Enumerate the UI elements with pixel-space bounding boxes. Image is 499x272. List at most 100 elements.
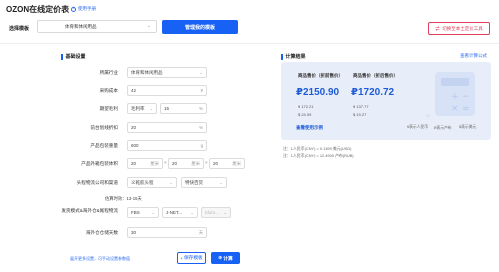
basic-settings-heading: 基础设置 (61, 53, 86, 60)
calculate-label: 计算 (223, 256, 233, 262)
last-mile-select[interactable]: Idom... ⌄ (201, 207, 231, 218)
switch-tool-button[interactable]: 切换至本土定价工具 (428, 22, 490, 35)
category-select[interactable]: 体育和休闲用品 ⌄ (127, 67, 207, 78)
template-select-value: 体育和休闲用品 (65, 24, 97, 29)
logistics-company-value: 义乾航头程 (131, 180, 154, 185)
box-height-value: 20 (213, 161, 219, 166)
help-icon: ? (71, 6, 76, 12)
svg-text:=: = (462, 104, 470, 114)
delivery-time-hint: 估算时效：13-15天 (105, 196, 142, 201)
chevron-down-icon: ⌄ (146, 23, 151, 29)
formula-link[interactable]: 查看计算公式 (460, 53, 487, 59)
legend-usd: $表示美元 (459, 125, 477, 129)
chevron-down-icon: ⌄ (223, 210, 227, 215)
box-width-input[interactable]: 20 厘米 (168, 158, 204, 169)
result-title: 计算结果 (285, 54, 306, 60)
profit-type-select[interactable]: 毛利率 ⌄ (127, 103, 157, 114)
result-card: + − × = ÷ 商品售价（折前售价） 商品售价（折后售价） ₽2150.90… (281, 62, 491, 140)
cm-unit: 厘米 (150, 161, 159, 166)
pre-discount-price: ₽2150.90 (296, 87, 340, 98)
discount-value: 20 (131, 125, 137, 130)
save-template-label: 保存模板 (183, 255, 203, 260)
shipping-mode-label: 发货模式&海外仓&尾程物流 (61, 208, 118, 213)
chevron-down-icon: ⌄ (190, 210, 194, 215)
weight-unit: g (200, 143, 203, 148)
more-settings-link[interactable]: 展开更多设置，可手动设置参数值 (70, 256, 130, 262)
view-example-link[interactable]: 查看使用示例 (296, 125, 323, 131)
legend-cny: ¥表示人民币 (407, 125, 429, 129)
chevron-down-icon: ⌄ (169, 180, 173, 185)
logistics-label: 头程物流公司和渠道 (76, 180, 118, 185)
shipping-mode-select[interactable]: FBS ⌄ (127, 207, 159, 218)
header-divider (0, 43, 499, 44)
section-marker (281, 53, 283, 60)
overseas-warehouse-value: J-NET... (166, 210, 183, 215)
chevron-down-icon: ⌄ (151, 210, 155, 215)
times-sign: × (164, 160, 167, 165)
exchange-rate-note-usd: 注：1人民币(CNY) = 0.1399 美元(USD) (283, 146, 352, 151)
profit-input[interactable]: 15 % (160, 103, 207, 114)
expected-profit-label: 期望毛利 (99, 106, 118, 111)
discount-input[interactable]: 20 % (127, 122, 207, 133)
purchase-cost-label: 采购成本 (99, 88, 118, 93)
weight-label: 产品包装重量 (90, 143, 118, 148)
chevron-down-icon: ⌄ (149, 106, 153, 111)
cm-unit: 厘米 (191, 161, 200, 166)
result-heading: 计算结果 (281, 53, 306, 60)
post-discount-usd: $ 19.27 (353, 112, 367, 117)
pre-discount-cny: ¥ 172.21 (298, 104, 314, 109)
pre-discount-title: 商品售价（折前售价） (298, 73, 343, 78)
box-length-value: 20 (131, 161, 137, 166)
last-mile-value: Idom... (205, 210, 219, 215)
svg-text:÷: ÷ (425, 112, 431, 120)
template-select[interactable]: 体育和休闲用品 ⌄ (37, 20, 157, 33)
profit-value: 15 (164, 106, 170, 111)
purchase-cost-value: 42 (131, 88, 137, 93)
page-title: OZON在线定价表 (6, 5, 70, 14)
manage-templates-button[interactable]: 管理我的模板 (162, 20, 238, 34)
chevron-down-icon: ⌄ (199, 70, 203, 75)
user-guide-label: 使用手册 (78, 6, 96, 11)
template-label: 选择模板 (9, 26, 30, 32)
switch-tool-label: 切换至本土定价工具 (442, 25, 483, 31)
percent-unit: % (199, 125, 203, 130)
times-sign: × (205, 160, 208, 165)
calculate-button[interactable]: ⊕ 计算 (211, 252, 240, 264)
logistics-channel-select[interactable]: 特快百货 ⌄ (181, 177, 227, 188)
category-label: 所属行业 (99, 70, 118, 75)
logistics-channel-value: 特快百货 (185, 180, 203, 185)
post-discount-title: 商品售价（折后售价） (353, 73, 398, 78)
box-size-label: 产品外箱包装体积 (81, 161, 118, 166)
category-value: 体育和休闲用品 (131, 70, 163, 75)
save-template-button[interactable]: + 保存模板 (177, 252, 206, 264)
svg-text:×: × (451, 104, 459, 114)
purchase-cost-input[interactable]: 42 ¥ (127, 85, 207, 96)
calculator-decoration-icon: + − × = ÷ (425, 72, 475, 120)
save-icon: + (180, 255, 183, 261)
post-discount-price: ₽1720.72 (351, 87, 395, 98)
box-length-input[interactable]: 20 厘米 (127, 158, 163, 169)
storage-days-value: 30 (131, 230, 137, 235)
weight-input[interactable]: 600 g (127, 140, 207, 151)
exchange-rate-note-rub: 注：1人民币(CNY) = 12.4900 卢布(RUB) (283, 153, 354, 158)
logistics-company-select[interactable]: 义乾航头程 ⌄ (127, 177, 177, 188)
days-unit: 天 (198, 230, 203, 235)
profit-type-value: 毛利率 (131, 106, 145, 111)
basic-settings-title: 基础设置 (65, 54, 86, 60)
svg-text:+: + (451, 92, 459, 102)
legend-rub: ₽表示卢布 (434, 126, 452, 130)
shipping-mode-value: FBS (131, 210, 140, 215)
box-height-input[interactable]: 20 厘米 (209, 158, 245, 169)
storage-days-label: 海外仓仓储天数 (85, 230, 118, 235)
switch-icon (435, 26, 440, 31)
pre-discount-usd: $ 24.09 (298, 112, 312, 117)
storage-days-input[interactable]: 30 天 (127, 227, 207, 238)
chevron-down-icon: ⌄ (219, 180, 223, 185)
user-guide-link[interactable]: ? 使用手册 (71, 6, 96, 12)
cm-unit: 厘米 (232, 161, 241, 166)
overseas-warehouse-select[interactable]: J-NET... ⌄ (162, 207, 198, 218)
box-width-value: 20 (172, 161, 178, 166)
percent-unit: % (199, 106, 203, 111)
discount-label: 前台划线折扣 (90, 125, 118, 130)
svg-text:−: − (462, 92, 470, 102)
